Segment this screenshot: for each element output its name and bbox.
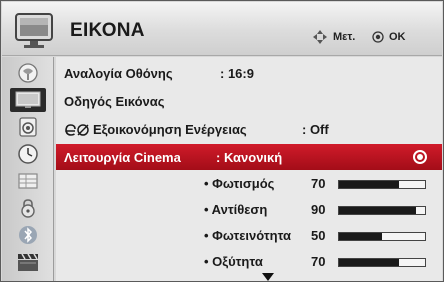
contrast-slider[interactable] [338,206,426,215]
options-grid-icon [18,173,38,189]
ok-button-icon [372,31,384,43]
aspect-ratio-label: Αναλογία Οθόνης [64,66,173,81]
contrast-value: 90 [311,202,326,217]
bluetooth-icon [19,226,37,244]
sidebar-item-options[interactable] [10,169,46,193]
backlight-value: 70 [311,176,326,191]
energy-saving-wrap: Εξοικονόμηση Ενέργειας [64,122,247,137]
brightness-slider[interactable] [338,232,426,241]
picture-mode-label: Λειτουργία Cinema [64,150,181,165]
satellite-dish-icon [18,63,38,83]
page-title: ΕΙΚΟΝΑ [70,20,145,41]
move-hint: Μετ. [312,29,355,45]
move-hint-label: Μετ. [333,31,356,43]
sharpness-slider[interactable] [338,258,426,267]
picture-wizard-item[interactable]: Οδηγός Εικόνας [56,88,442,114]
sidebar-item-lock[interactable] [10,196,46,220]
sidebar-item-media[interactable] [10,250,46,274]
scroll-down-arrow-icon[interactable] [262,273,274,281]
sidebar-item-audio[interactable] [10,115,46,139]
selected-radio-icon [413,150,427,164]
tv-picture-icon [15,91,41,108]
sidebar-item-picture[interactable] [10,88,46,112]
menu-header: ΕΙΚΟΝΑ Μετ. OK [2,2,442,56]
navigation-arrows-icon [313,30,327,44]
sidebar-item-setup[interactable] [10,61,46,85]
speaker-audio-icon [19,117,37,137]
contrast-label: • Αντίθεση [204,202,268,217]
sharpness-label: • Οξύτητα [204,254,263,269]
category-sidebar [2,57,54,281]
contrast-setting[interactable]: • Αντίθεση 90 [56,199,442,221]
backlight-label: • Φωτισμός [204,176,275,191]
aspect-ratio-item[interactable]: Αναλογία Οθόνης : 16:9 [56,60,442,86]
menu-content: Αναλογία Οθόνης : 16:9 Οδηγός Εικόνας Εξ… [56,57,442,281]
aspect-ratio-value: : 16:9 [220,66,254,81]
picture-mode-value: : Κανονική [216,150,283,165]
clapperboard-icon [18,253,38,271]
ok-hint: OK [372,31,406,43]
backlight-setting[interactable]: • Φωτισμός 70 [56,173,442,195]
brightness-setting[interactable]: • Φωτεινότητα 50 [56,225,442,247]
lock-icon [21,199,35,218]
picture-menu-window: ΕΙΚΟΝΑ Μετ. OK Αναλογία Οθόνης: 16:9 Οδ… [0,0,444,282]
sidebar-item-time[interactable] [10,142,46,166]
brightness-value: 50 [311,228,326,243]
sharpness-value: 70 [311,254,326,269]
energy-saving-item[interactable]: Εξοικονόμηση Ενέργειας : Off [56,116,442,142]
brightness-label: • Φωτεινότητα [204,228,292,243]
backlight-slider[interactable] [338,180,426,189]
clock-time-icon [18,144,38,164]
sidebar-item-bluetooth[interactable] [10,223,46,247]
energy-saving-value: : Off [302,122,329,137]
energy-saving-label: Εξοικονόμηση Ενέργειας [93,122,247,137]
sharpness-setting[interactable]: • Οξύτητα 70 [56,251,442,273]
tv-picture-icon [15,13,53,48]
picture-wizard-label: Οδηγός Εικόνας [64,94,165,109]
eco-energy-icon [65,123,89,136]
ok-hint-label: OK [389,31,406,43]
picture-mode-item[interactable]: Λειτουργία Cinema : Κανονική [56,144,442,170]
